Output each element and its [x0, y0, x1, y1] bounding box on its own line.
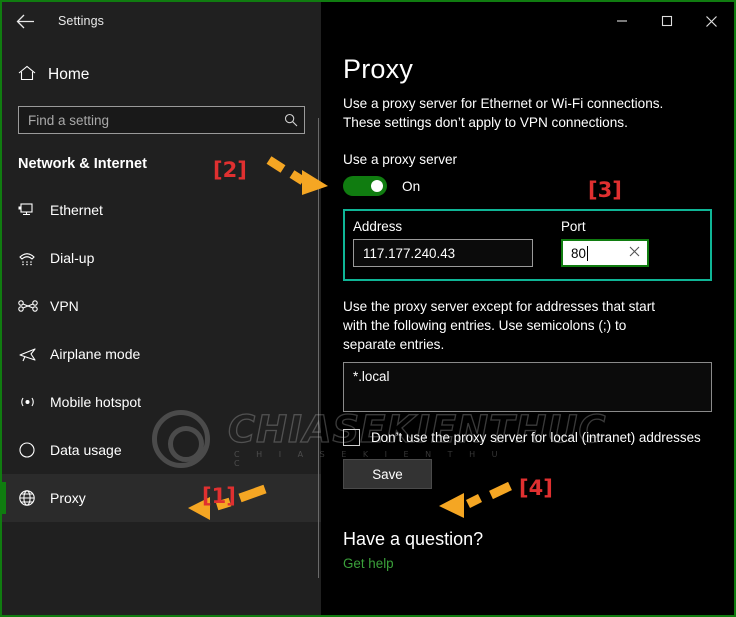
title-bar: Settings: [2, 2, 734, 40]
window-controls: [321, 2, 734, 40]
intro-line-2: These settings don’t apply to VPN connec…: [343, 115, 628, 130]
port-input[interactable]: 80: [561, 239, 649, 267]
sidebar-item-label: Ethernet: [50, 202, 103, 218]
sidebar-item-home[interactable]: Home: [2, 58, 321, 92]
port-label: Port: [561, 219, 586, 234]
sidebar-item-vpn[interactable]: VPN: [2, 282, 321, 330]
port-field-block: Port 80: [561, 219, 649, 267]
close-icon[interactable]: [689, 2, 734, 40]
sidebar-item-label: Data usage: [50, 442, 122, 458]
back-arrow-icon[interactable]: [2, 2, 48, 40]
sidebar-scrollbar[interactable]: [318, 118, 319, 578]
watermark-text: CHIASEKIENTHUC: [227, 407, 607, 451]
search-icon[interactable]: [278, 113, 304, 127]
exclusion-textarea[interactable]: *.local: [343, 362, 712, 412]
data-usage-pie-icon: [18, 440, 50, 460]
minimize-icon[interactable]: [599, 2, 644, 40]
sidebar-item-proxy[interactable]: Proxy: [2, 474, 321, 522]
sidebar-category-title: Network & Internet: [18, 156, 147, 172]
address-input[interactable]: 117.177.240.43: [353, 239, 533, 267]
page-title: Proxy: [343, 54, 414, 84]
use-proxy-label: Use a proxy server: [343, 152, 458, 167]
toggle-knob: [371, 180, 383, 192]
exclusion-line-3: separate entries.: [343, 337, 445, 352]
exclusion-line-1: Use the proxy server except for addresse…: [343, 299, 656, 314]
sidebar-item-label: Proxy: [50, 490, 86, 506]
sidebar: Home Find a setting Network & Internet E…: [2, 40, 321, 615]
sidebar-item-airplane-mode[interactable]: Airplane mode: [2, 330, 321, 378]
window-title: Settings: [58, 14, 104, 28]
sidebar-item-ethernet[interactable]: Ethernet: [2, 186, 321, 234]
vpn-icon: [18, 296, 50, 316]
watermark: CHIASEKIENTHUC C H I A S E K I E N T H U…: [150, 406, 606, 478]
search-placeholder: Find a setting: [28, 112, 110, 128]
sidebar-home-label: Home: [48, 66, 90, 83]
search-input[interactable]: Find a setting: [18, 106, 305, 134]
sidebar-item-label: Airplane mode: [50, 346, 141, 362]
clear-x-icon[interactable]: [629, 246, 640, 260]
title-bar-left: Settings: [2, 2, 321, 40]
settings-window: Settings Home Find a setting Network & I…: [0, 0, 736, 617]
intro-line-1: Use a proxy server for Ethernet or Wi-Fi…: [343, 96, 664, 111]
sidebar-item-label: Mobile hotspot: [50, 394, 142, 410]
use-proxy-toggle[interactable]: [343, 176, 387, 196]
home-icon: [18, 65, 48, 85]
watermark-subtext: C H I A S E K I E N T H U C: [234, 450, 505, 468]
text-caret: [586, 245, 588, 261]
have-a-question-title: Have a question?: [343, 529, 484, 549]
port-value: 80: [571, 245, 586, 261]
airplane-icon: [18, 344, 50, 364]
globe-icon: [18, 488, 50, 508]
get-help-link[interactable]: Get help: [343, 556, 712, 571]
sidebar-item-dial-up[interactable]: Dial-up: [2, 234, 321, 282]
address-field-block: Address 117.177.240.43: [353, 219, 533, 267]
ethernet-icon: [18, 200, 50, 220]
exclusion-description: Use the proxy server except for addresse…: [343, 297, 712, 354]
toggle-state-label: On: [402, 178, 421, 194]
use-proxy-toggle-row: On: [343, 176, 712, 196]
sidebar-item-label: Dial-up: [50, 250, 95, 266]
address-label: Address: [353, 219, 403, 234]
address-port-highlight-group: Address 117.177.240.43 Port 80: [343, 209, 712, 281]
dialup-phone-icon: [18, 248, 50, 268]
hotspot-icon: [18, 392, 50, 412]
exclusion-line-2: with the following entries. Use semicolo…: [343, 318, 627, 333]
watermark-logo-icon: [152, 410, 210, 468]
maximize-icon[interactable]: [644, 2, 689, 40]
sidebar-item-label: VPN: [50, 298, 79, 314]
intro-text: Use a proxy server for Ethernet or Wi-Fi…: [343, 94, 712, 132]
main-content: Proxy Use a proxy server for Ethernet or…: [321, 40, 734, 615]
